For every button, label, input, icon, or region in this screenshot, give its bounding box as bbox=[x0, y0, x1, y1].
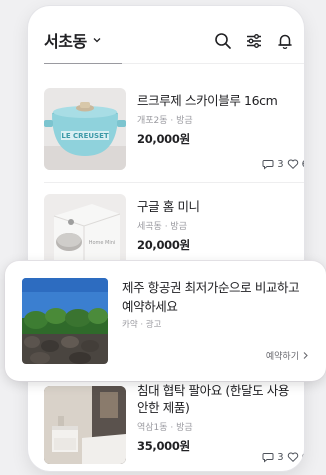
location-label: 서초동 bbox=[44, 32, 87, 51]
app-header: 서초동 bbox=[28, 6, 304, 64]
item-counts: 3 6 bbox=[262, 451, 304, 463]
phone-screen: 서초동 LE CREUSET 르크루제 스카이블루 16cm 개포2동 · 방금… bbox=[28, 6, 304, 471]
header-divider bbox=[122, 63, 304, 64]
chevron-down-icon bbox=[93, 38, 101, 43]
bell-icon[interactable] bbox=[276, 32, 294, 50]
item-info: 구글 홈 미니 세곡동 · 방금 20,000원 bbox=[137, 196, 298, 253]
ad-thumbnail bbox=[22, 278, 108, 364]
ad-title-line2: 예약하세요 bbox=[122, 299, 178, 314]
item-title: 구글 홈 미니 bbox=[137, 199, 200, 214]
filter-icon[interactable] bbox=[245, 32, 263, 50]
item-price: 20,000원 bbox=[137, 132, 190, 146]
chat-count: 3 bbox=[277, 158, 284, 170]
chevron-right-icon bbox=[303, 352, 308, 359]
item-thumbnail: LE CREUSET bbox=[44, 88, 126, 170]
item-title-line1: 침대 협탁 팔아요 (한달도 사용 bbox=[137, 383, 289, 398]
ad-meta: 카약 · 광고 bbox=[122, 320, 162, 330]
ad-cta-label: 예약하기 bbox=[265, 352, 299, 362]
chat-icon bbox=[262, 453, 274, 463]
like-count: 6 bbox=[302, 452, 304, 463]
ad-cta-button[interactable]: 예약하기 bbox=[266, 349, 309, 362]
ad-title: 제주 항공권 최저가순으로 비교하고 예약하세요 bbox=[122, 278, 317, 316]
item-title-line2: 안한 제품) bbox=[137, 400, 190, 415]
list-item[interactable]: LE CREUSET 르크루제 스카이블루 16cm 개포2동 · 방금 20,… bbox=[28, 82, 304, 182]
location-selector[interactable]: 서초동 bbox=[44, 28, 102, 52]
item-thumbnail bbox=[44, 386, 126, 464]
item-title: 침대 협탁 팔아요 (한달도 사용 안한 제품) bbox=[137, 382, 298, 416]
item-meta: 역삼1동 · 방금 bbox=[137, 423, 193, 433]
location-underline bbox=[44, 63, 122, 64]
svg-text:Home Mini: Home Mini bbox=[89, 240, 116, 246]
like-count: 6 bbox=[302, 159, 304, 170]
svg-text:LE CREUSET: LE CREUSET bbox=[61, 132, 108, 140]
item-meta: 세곡동 · 방금 bbox=[137, 222, 187, 232]
list-item[interactable]: Home Mini 구글 홈 미니 세곡동 · 방금 20,000원 bbox=[28, 182, 304, 276]
chat-icon bbox=[262, 160, 274, 170]
header-actions bbox=[214, 32, 294, 50]
item-price: 20,000원 bbox=[137, 238, 190, 252]
bed-nightstand-image bbox=[44, 386, 126, 464]
item-info: 르크루제 스카이블루 16cm 개포2동 · 방금 20,000원 bbox=[137, 90, 298, 147]
search-icon[interactable] bbox=[214, 32, 232, 50]
heart-icon bbox=[287, 452, 298, 462]
ad-card[interactable]: 제주 항공권 최저가순으로 비교하고 예약하세요 카약 · 광고 예약하기 bbox=[5, 261, 326, 381]
item-title: 르크루제 스카이블루 16cm bbox=[137, 93, 278, 108]
heart-icon bbox=[287, 159, 298, 169]
pot-image: LE CREUSET bbox=[44, 88, 126, 170]
item-meta: 개포2동 · 방금 bbox=[137, 116, 193, 126]
jeju-landscape-image bbox=[22, 278, 108, 364]
item-counts: 3 6 bbox=[262, 158, 304, 170]
ad-title-line1: 제주 항공권 최저가순으로 비교하고 bbox=[122, 280, 300, 295]
item-info: 침대 협탁 팔아요 (한달도 사용 안한 제품) 역삼1동 · 방금 35,00… bbox=[137, 382, 298, 454]
chat-count: 3 bbox=[277, 451, 284, 463]
